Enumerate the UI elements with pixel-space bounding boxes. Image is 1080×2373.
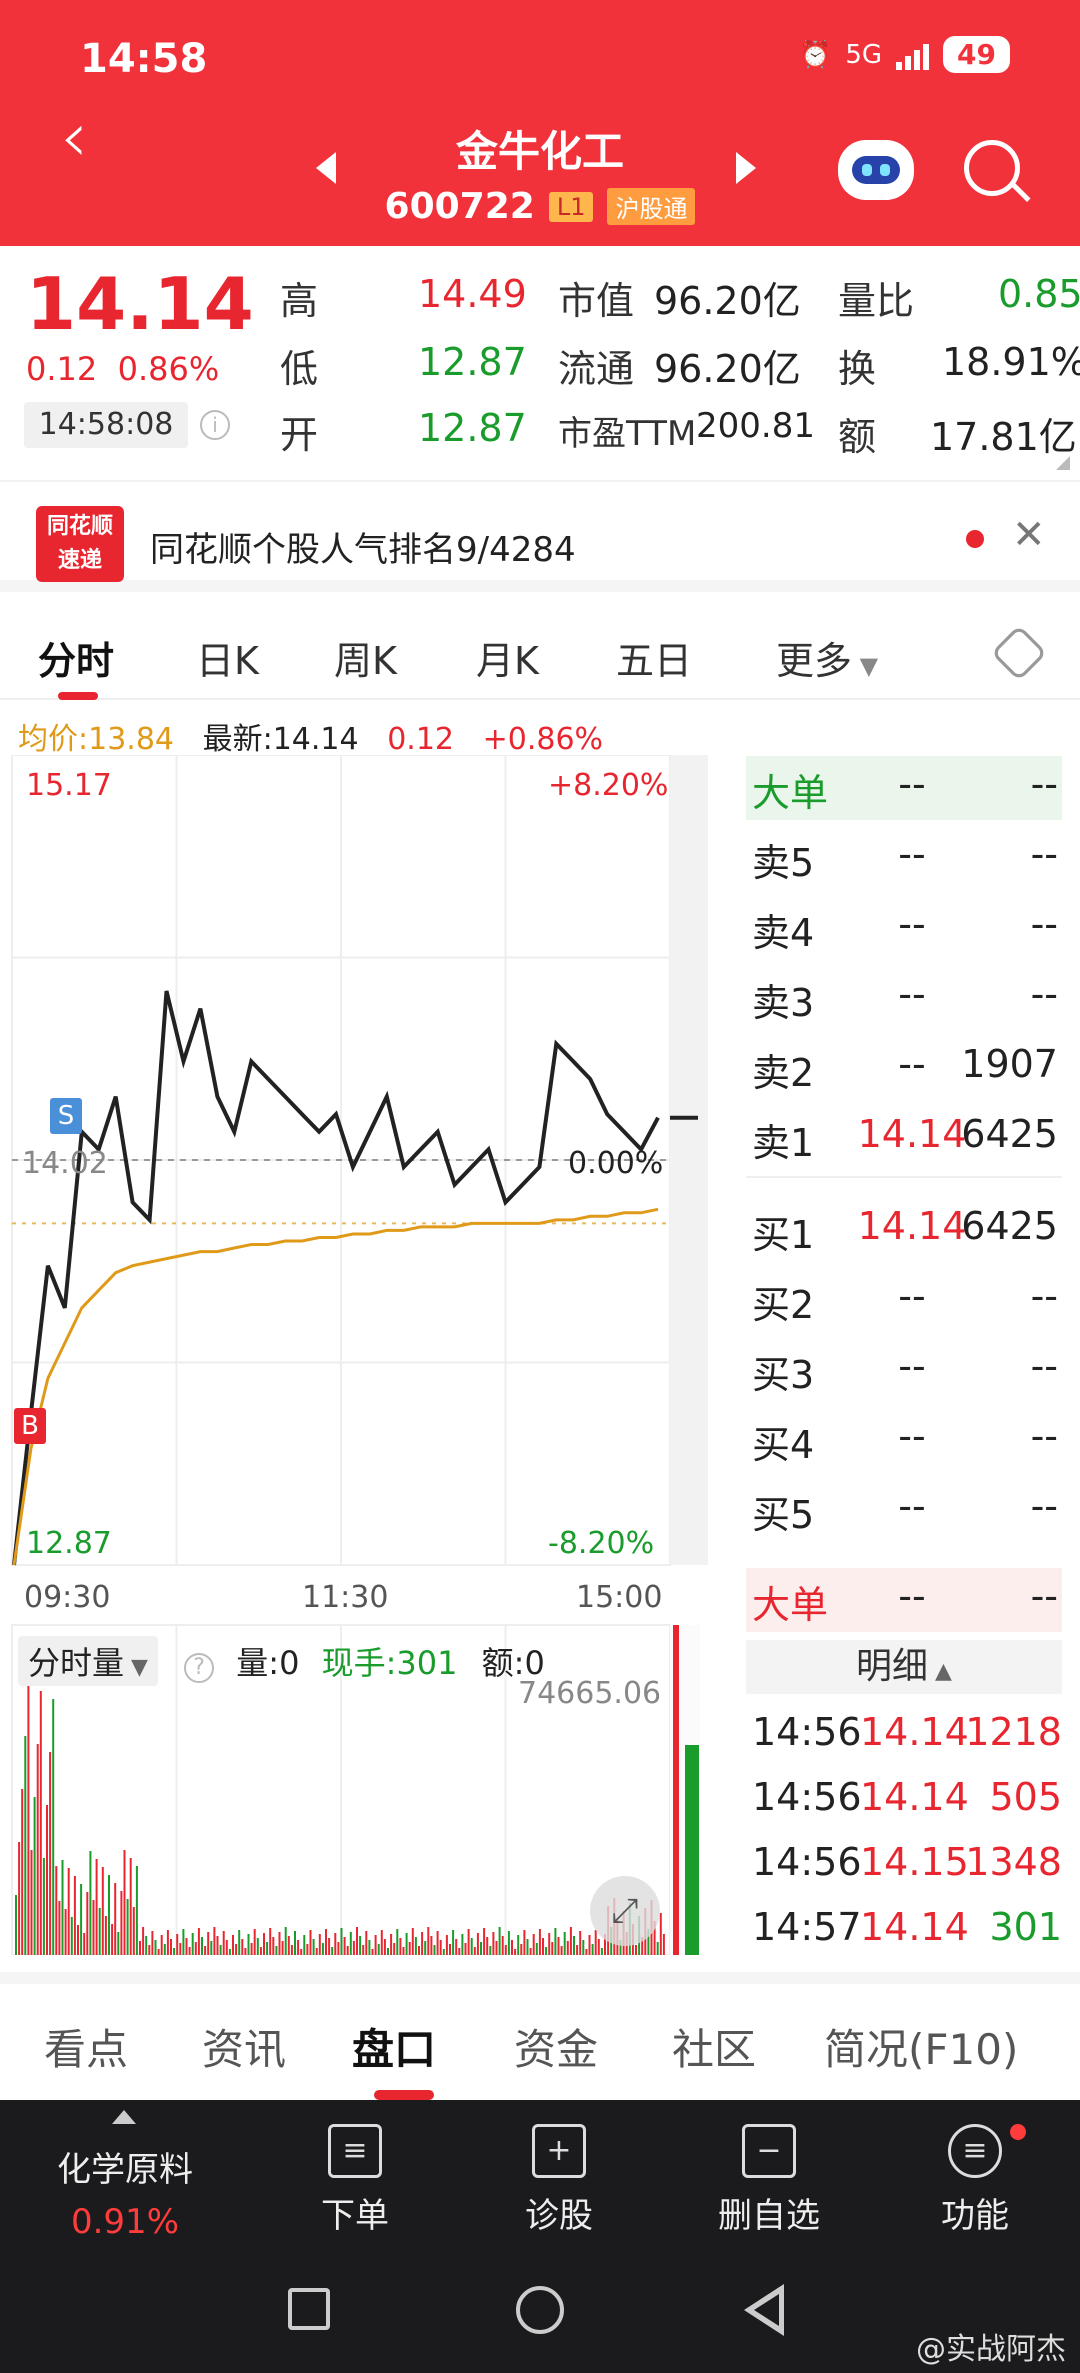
mcap-value: 96.20亿 xyxy=(654,279,801,323)
news-banner[interactable]: 同花顺 速递 同花顺个股人气排名9/4284 xyxy=(0,480,1080,592)
stock-code-row: 600722 L1 沪股通 xyxy=(0,186,1080,227)
price-change: 0.12 0.86% xyxy=(26,350,220,388)
x-end-label: 15:00 xyxy=(576,1580,663,1615)
news-text: 同花顺个股人气排名9/4284 xyxy=(150,530,576,570)
pct-top-label: +8.20% xyxy=(548,768,669,803)
status-icons: ⏰ 5G 49 xyxy=(799,36,1010,73)
active-tab-indicator xyxy=(58,692,98,700)
news-logo: 同花顺 速递 xyxy=(36,506,124,582)
tab-weekly-k[interactable]: 周K xyxy=(334,630,397,685)
battery-indicator: 49 xyxy=(943,36,1010,73)
corner-mark-icon xyxy=(1056,456,1070,470)
pe-value: 200.81 xyxy=(696,406,815,446)
amount-label: 额 xyxy=(838,415,877,459)
order-button[interactable]: ≡ 下单 xyxy=(300,2124,410,2237)
amount-value: 17.81亿 xyxy=(930,415,1077,459)
btab-profile[interactable]: 简况(F10) xyxy=(824,2016,1018,2077)
volume-header: 分时量 ▼ ? 量:0 现手:301 额:0 xyxy=(18,1636,545,1686)
btab-community[interactable]: 社区 xyxy=(672,2016,756,2077)
stock-code: 600722 xyxy=(384,186,535,227)
news-unread-dot xyxy=(966,530,984,548)
y-bottom-label: 12.87 xyxy=(26,1526,112,1561)
signal-icon xyxy=(896,40,930,70)
bottom-tab-indicator xyxy=(374,2090,434,2100)
quote-time: 14:58:08 xyxy=(24,402,188,448)
help-icon[interactable]: ? xyxy=(184,1653,215,1683)
sector-up-arrow-icon xyxy=(112,2110,136,2124)
function-button[interactable]: ≡ 功能 xyxy=(920,2124,1030,2237)
btab-funds[interactable]: 资金 xyxy=(514,2016,598,2077)
tab-intraday[interactable]: 分时 xyxy=(38,630,114,685)
pct-bottom-label: -8.20% xyxy=(548,1526,655,1561)
tab-more[interactable]: 更多 ▼ xyxy=(776,630,878,685)
expand-icon[interactable]: ⤢ xyxy=(590,1876,660,1946)
menu-icon: ≡ xyxy=(948,2124,1002,2178)
diagnose-button[interactable]: + 诊股 xyxy=(504,2124,614,2237)
vr-label: 量比 xyxy=(838,279,915,323)
close-icon[interactable]: ✕ xyxy=(1012,512,1046,558)
alarm-icon: ⏰ xyxy=(798,39,832,70)
pct-mid-label: 0.00% xyxy=(568,1146,664,1181)
network-label: 5G xyxy=(845,39,883,70)
high-value: 14.49 xyxy=(418,272,527,316)
connect-tag: 沪股通 xyxy=(607,188,696,225)
header-bar: 14:58 ⏰ 5G 49 ‹ 金牛化工 600722 L1 沪股通 xyxy=(0,0,1080,246)
robot-assistant-icon[interactable] xyxy=(838,140,914,200)
detail-header[interactable]: 明细 ▲ xyxy=(746,1640,1062,1694)
x-mid-label: 11:30 xyxy=(302,1580,389,1615)
chart-info-row: 均价:13.84 最新:14.14 0.12 +0.86% xyxy=(18,722,604,757)
low-label: 低 xyxy=(280,347,319,391)
tab-monthly-k[interactable]: 月K xyxy=(476,630,539,685)
turnover-value: 18.91% xyxy=(942,340,1080,384)
pe-label: 市盈TTM xyxy=(558,414,697,454)
current-price: 14.14 xyxy=(26,262,254,346)
sector-name[interactable]: 化学原料 xyxy=(50,2142,200,2191)
turnover-label: 换 xyxy=(838,347,877,391)
y-mid-label: 14.02 xyxy=(22,1146,108,1181)
remove-icon: − xyxy=(742,2124,796,2178)
btab-highlights[interactable]: 看点 xyxy=(44,2016,128,2077)
app-root: 14:58 ⏰ 5G 49 ‹ 金牛化工 600722 L1 沪股通 14.14… xyxy=(0,0,1080,2373)
level-tag: L1 xyxy=(548,191,594,222)
tab-five-day[interactable]: 五日 xyxy=(616,630,692,685)
volume-mode-select[interactable]: 分时量 ▼ xyxy=(18,1636,158,1686)
chart-grid xyxy=(11,755,708,1955)
book-divider xyxy=(746,1176,1062,1178)
buy-marker[interactable]: B xyxy=(14,1408,46,1444)
sell-marker[interactable]: S xyxy=(50,1098,82,1134)
btab-news[interactable]: 资讯 xyxy=(202,2016,286,2077)
low-value: 12.87 xyxy=(418,340,527,384)
stock-name: 金牛化工 xyxy=(455,127,624,176)
order-icon: ≡ xyxy=(328,2124,382,2178)
intraday-chart[interactable] xyxy=(0,755,746,1955)
function-badge-dot xyxy=(1010,2124,1026,2140)
watermark: @实战阿杰 xyxy=(916,2332,1066,2367)
recent-apps-icon[interactable] xyxy=(288,2288,330,2330)
sector-change: 0.91% xyxy=(70,2202,179,2242)
high-label: 高 xyxy=(280,279,319,323)
status-time: 14:58 xyxy=(80,36,208,82)
x-start-label: 09:30 xyxy=(24,1580,111,1615)
chart-side-strip xyxy=(670,755,708,1565)
info-icon[interactable]: i xyxy=(200,410,230,440)
volume-max-label: 74665.06 xyxy=(518,1676,662,1711)
avg-price-line xyxy=(12,1207,659,1566)
chart-tabs xyxy=(0,610,1080,700)
y-top-label: 15.17 xyxy=(26,768,112,803)
home-icon[interactable] xyxy=(516,2286,564,2334)
chart-series xyxy=(12,990,698,1566)
btab-orderbook[interactable]: 盘口 xyxy=(352,2016,436,2077)
open-label: 开 xyxy=(280,413,319,457)
vr-value: 0.85 xyxy=(998,272,1080,316)
open-value: 12.87 xyxy=(418,406,527,450)
diagnose-icon: + xyxy=(532,2124,586,2178)
tab-daily-k[interactable]: 日K xyxy=(196,630,259,685)
mcap-label: 市值 xyxy=(558,279,635,323)
float-label: 流通 xyxy=(558,347,635,391)
remove-watchlist-button[interactable]: − 删自选 xyxy=(704,2124,834,2237)
volume-bars xyxy=(15,1683,665,1955)
float-value: 96.20亿 xyxy=(654,347,801,391)
